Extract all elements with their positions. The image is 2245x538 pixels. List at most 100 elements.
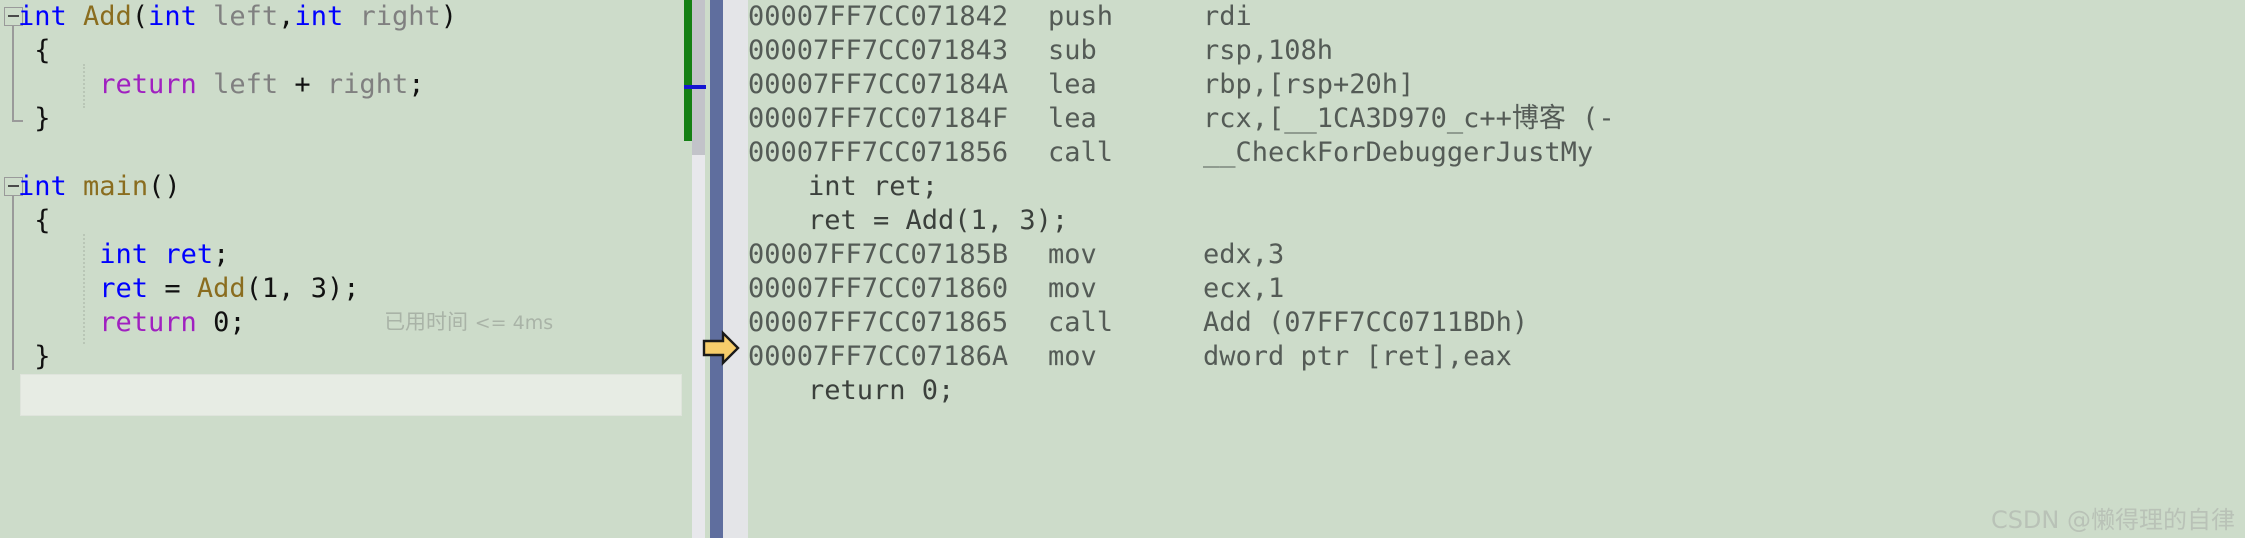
- instruction-address: 00007FF7CC07184A: [748, 69, 1009, 100]
- source-line[interactable]: int main(): [0, 170, 684, 204]
- scrollbar-marker-tick[interactable]: [684, 85, 706, 89]
- instruction-address: 00007FF7CC071842: [748, 1, 1009, 32]
- code-token: int: [148, 1, 197, 32]
- code-token: int: [99, 239, 149, 270]
- source-line[interactable]: return left + right;: [0, 68, 684, 102]
- source-line[interactable]: {: [0, 34, 684, 68]
- elapsed-time-annotation: 已用时间 <= 4ms: [344, 282, 553, 360]
- source-line[interactable]: int Add(int left,int right): [0, 0, 684, 34]
- disassembly-instruction-row[interactable]: 00007FF7CC07186A mov dword ptr [ret],eax: [748, 340, 2245, 374]
- code-token: }: [18, 103, 51, 134]
- instruction-mnemonic: lea: [1048, 103, 1097, 134]
- source-line-text: ret = Add(1, 3);: [18, 272, 359, 306]
- vertical-scrollbar-thumb[interactable]: [692, 0, 705, 155]
- code-token: {: [18, 35, 51, 66]
- disassembly-instruction-row[interactable]: 00007FF7CC07185B mov edx,3: [748, 238, 2245, 272]
- code-token: ;: [213, 239, 230, 270]
- editor-divider-column[interactable]: [684, 0, 748, 538]
- code-token: }: [18, 341, 51, 372]
- instruction-address: 00007FF7CC071856: [748, 137, 1009, 168]
- pane-separator[interactable]: [710, 0, 723, 538]
- source-line-text: int ret;: [18, 238, 229, 272]
- disassembly-instruction-row[interactable]: 00007FF7CC071865 call Add (07FF7CC0711BDh): [748, 306, 2245, 340]
- debugger-window: int Add(int left,int right) { return lef…: [0, 0, 2245, 538]
- source-line[interactable]: }: [0, 340, 684, 374]
- code-token: Add: [196, 273, 246, 304]
- instruction-mnemonic: call: [1048, 137, 1114, 168]
- instruction-operands: Add (07FF7CC0711BDh): [1203, 307, 1529, 338]
- disassembly-view[interactable]: 00007FF7CC071842 push rdi 00007FF7CC071843 s…: [748, 0, 2245, 538]
- code-token: right: [326, 69, 409, 100]
- instruction-operands: rdi: [1203, 1, 1252, 32]
- code-token: left: [213, 69, 279, 100]
- inline-source-text: int ret;: [808, 171, 939, 202]
- instruction-operands: rcx,[__1CA3D970_c++博客 (-: [1203, 103, 1615, 134]
- instruction-operands: rsp,108h: [1203, 35, 1334, 66]
- code-token: 1: [261, 273, 279, 304]
- source-line-text: {: [18, 34, 51, 68]
- code-token: ret: [164, 239, 214, 270]
- code-token: 3: [310, 273, 327, 304]
- code-token: ;: [229, 307, 246, 338]
- instruction-operands: __CheckForDebuggerJustMy: [1203, 137, 1594, 168]
- code-token: =: [164, 273, 181, 304]
- instruction-operands: ecx,1: [1203, 273, 1285, 304]
- instruction-mnemonic: call: [1048, 307, 1114, 338]
- source-line-text: }: [18, 102, 51, 136]
- instruction-mnemonic: mov: [1048, 239, 1097, 270]
- source-line[interactable]: int ret;: [0, 238, 684, 272]
- code-token: {: [18, 205, 51, 236]
- disassembly-instruction-row[interactable]: 00007FF7CC071860 mov ecx,1: [748, 272, 2245, 306]
- code-token: (: [245, 273, 262, 304]
- disassembly-instruction-row[interactable]: 00007FF7CC07184F lea rcx,[__1CA3D970_c++博客…: [748, 102, 2245, 136]
- instruction-mnemonic: mov: [1048, 341, 1097, 372]
- code-token: (: [131, 1, 149, 32]
- elapsed-time-value: <= 4ms: [474, 312, 554, 334]
- elapsed-time-label: 已用时间: [384, 310, 469, 334]
- source-line[interactable]: }: [0, 102, 684, 136]
- disassembly-instruction-row[interactable]: 00007FF7CC07184A lea rbp,[rsp+20h]: [748, 68, 2245, 102]
- code-token: Add: [83, 1, 132, 32]
- disassembly-instruction-row[interactable]: 00007FF7CC071856 call __CheckForDebuggerJu…: [748, 136, 2245, 170]
- code-token: return: [99, 69, 197, 100]
- instruction-address: 00007FF7CC071865: [748, 307, 1009, 338]
- source-line[interactable]: {: [0, 204, 684, 238]
- code-token: ;: [408, 69, 425, 100]
- source-line-text: {: [18, 204, 51, 238]
- instruction-address: 00007FF7CC07186A: [748, 341, 1009, 372]
- code-token: int: [294, 1, 344, 32]
- disassembly-instruction-row[interactable]: 00007FF7CC071843 sub rsp,108h: [748, 34, 2245, 68]
- instruction-mnemonic: lea: [1048, 69, 1097, 100]
- disassembly-gutter[interactable]: [723, 0, 748, 538]
- code-token: (): [148, 171, 181, 202]
- source-line[interactable]: [0, 136, 684, 170]
- instruction-operands: edx,3: [1203, 239, 1285, 270]
- source-line-text: int main(): [18, 170, 181, 204]
- source-code-editor[interactable]: int Add(int left,int right) { return lef…: [0, 0, 684, 538]
- instruction-address: 00007FF7CC071860: [748, 273, 1009, 304]
- code-token: ret: [99, 273, 149, 304]
- instruction-pointer-arrow-icon: [702, 330, 740, 366]
- code-token: main: [83, 171, 149, 202]
- source-line[interactable]: return 0;: [0, 306, 684, 340]
- source-line[interactable]: ret = Add(1, 3);: [0, 272, 684, 306]
- code-token: ): [440, 1, 458, 32]
- current-statement-highlight: [20, 374, 682, 416]
- disassembly-source-row[interactable]: return 0;: [748, 374, 2245, 408]
- disassembly-source-row[interactable]: ret = Add(1, 3);: [748, 204, 2245, 238]
- code-token: int: [18, 1, 67, 32]
- source-line-text: }: [18, 340, 51, 374]
- disassembly-source-row[interactable]: int ret;: [748, 170, 2245, 204]
- disassembly-instruction-row[interactable]: 00007FF7CC071842 push rdi: [748, 0, 2245, 34]
- code-token: return: [99, 307, 197, 338]
